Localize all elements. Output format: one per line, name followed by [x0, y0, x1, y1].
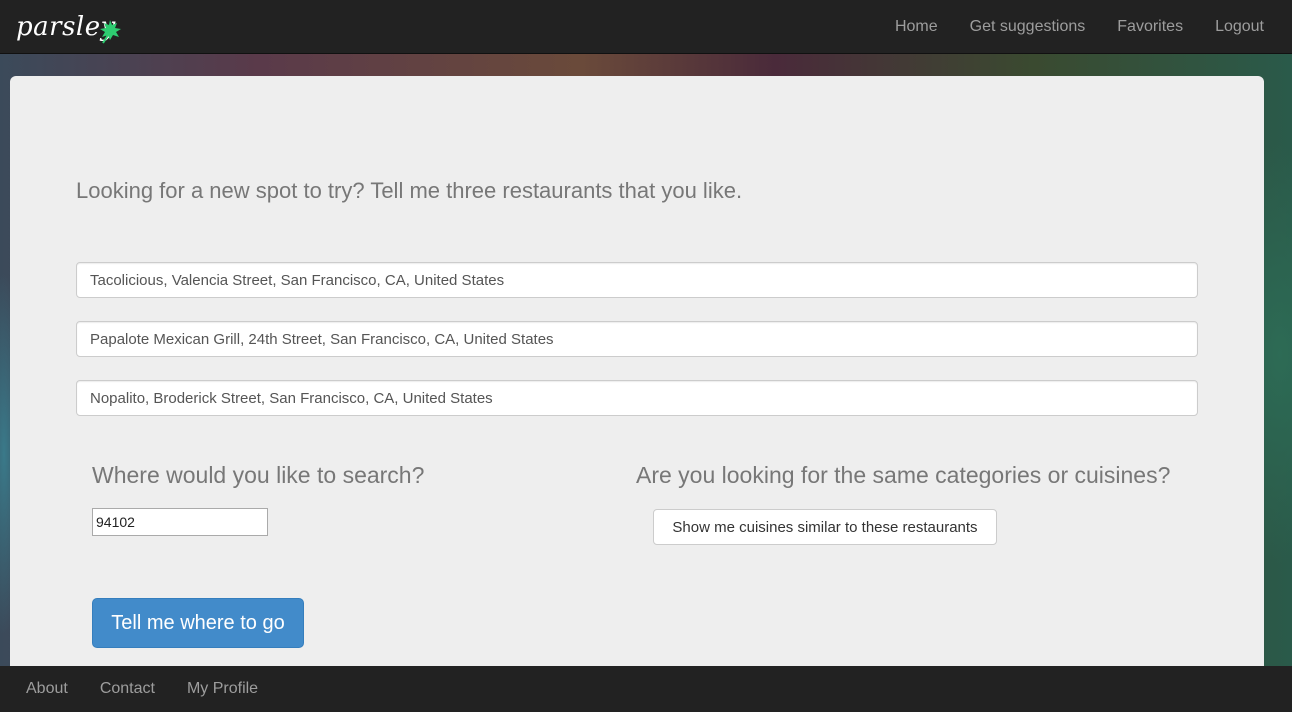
footer-about[interactable]: About	[0, 680, 84, 698]
main-panel: Looking for a new spot to try? Tell me t…	[10, 76, 1264, 666]
similar-cuisines-button[interactable]: Show me cuisines similar to these restau…	[653, 509, 997, 545]
nav-links: Home Get suggestions Favorites Logout	[879, 0, 1292, 54]
nav-favorites[interactable]: Favorites	[1101, 0, 1199, 54]
top-navbar: parsley Home Get suggestions Favorites L…	[0, 0, 1292, 54]
restaurant-input-2[interactable]	[76, 321, 1198, 357]
submit-button[interactable]: Tell me where to go	[92, 598, 304, 648]
nav-get-suggestions[interactable]: Get suggestions	[954, 0, 1102, 54]
footer: About Contact My Profile	[0, 666, 1292, 712]
zip-code-input[interactable]	[92, 508, 268, 536]
cuisine-heading: Are you looking for the same categories …	[636, 462, 1171, 488]
search-location-heading: Where would you like to search?	[92, 462, 425, 488]
parsley-leaf-icon	[100, 20, 121, 44]
restaurant-input-3[interactable]	[76, 380, 1198, 416]
restaurant-input-1[interactable]	[76, 262, 1198, 298]
nav-home[interactable]: Home	[879, 0, 954, 54]
nav-logout[interactable]: Logout	[1199, 0, 1292, 54]
footer-my-profile[interactable]: My Profile	[171, 680, 274, 698]
footer-contact[interactable]: Contact	[84, 680, 171, 698]
lead-text: Looking for a new spot to try? Tell me t…	[76, 178, 743, 203]
